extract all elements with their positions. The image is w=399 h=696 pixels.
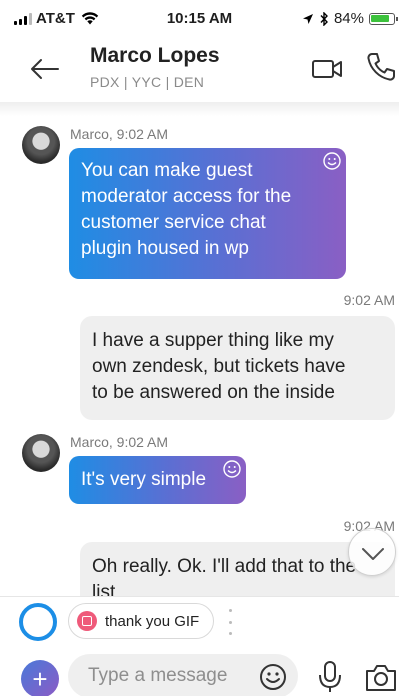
plus-button[interactable]: + <box>21 660 59 696</box>
scroll-to-bottom-button[interactable] <box>348 528 396 576</box>
avatar[interactable] <box>22 126 60 164</box>
incoming-message-bubble[interactable]: You can make guest moderator access for … <box>69 148 346 279</box>
suggestion-chip[interactable]: thank you GIF <box>68 603 215 639</box>
bluetooth-icon <box>320 11 328 26</box>
gif-icon <box>77 611 97 631</box>
emoji-icon[interactable] <box>258 662 288 692</box>
conversation-header: Marco Lopes PDX | YYC | DEN <box>0 38 399 102</box>
more-dots-icon[interactable] <box>226 609 234 635</box>
sender-meta: Marco, 9:02 AM <box>70 126 169 142</box>
outgoing-message-bubble[interactable]: I have a supper thing like my own zendes… <box>80 316 395 420</box>
back-arrow-icon[interactable] <box>28 52 62 86</box>
camera-icon[interactable] <box>364 662 398 694</box>
contact-subtitle: PDX | YYC | DEN <box>90 74 205 90</box>
message-line: to be answered on the inside <box>92 382 335 403</box>
suggestion-bar: thank you GIF <box>0 596 399 646</box>
smiley-icon[interactable] <box>222 459 242 479</box>
message-line: Oh really. Ok. I'll add that to the <box>92 556 357 577</box>
location-arrow-icon <box>302 13 313 24</box>
suggestion-chip-label: thank you GIF <box>105 612 200 630</box>
status-bar: AT&T 10:15 AM 84% <box>0 0 399 38</box>
incoming-message-bubble[interactable]: It's very simple <box>69 456 246 504</box>
battery-percent: 84% <box>333 10 364 27</box>
message-line: list <box>92 582 116 596</box>
message-line: You can make guest <box>81 160 253 181</box>
message-line: moderator access for the <box>81 186 292 207</box>
avatar[interactable] <box>22 434 60 472</box>
phone-icon[interactable] <box>364 50 398 84</box>
message-line: I have a supper thing like my <box>92 330 334 351</box>
smiley-icon[interactable] <box>322 151 342 171</box>
contact-name[interactable]: Marco Lopes <box>90 44 220 68</box>
chevron-down-icon <box>362 548 384 560</box>
message-composer: + <box>0 646 399 696</box>
message-line: own zendesk, but tickets have <box>92 356 346 377</box>
microphone-icon[interactable] <box>316 660 344 694</box>
header-divider <box>0 102 399 116</box>
message-line: It's very simple <box>81 469 207 490</box>
message-line: customer service chat <box>81 212 266 233</box>
plus-icon: + <box>32 664 48 694</box>
sender-meta: Marco, 9:02 AM <box>70 434 169 450</box>
status-right: 84% <box>302 10 398 27</box>
message-timestamp: 9:02 AM <box>343 292 395 308</box>
message-list[interactable]: Marco, 9:02 AM You can make guest modera… <box>0 116 399 596</box>
status-ring-button[interactable] <box>19 603 57 641</box>
video-camera-icon[interactable] <box>310 52 344 86</box>
battery-icon <box>369 12 398 25</box>
message-line: plugin housed in wp <box>81 238 249 259</box>
